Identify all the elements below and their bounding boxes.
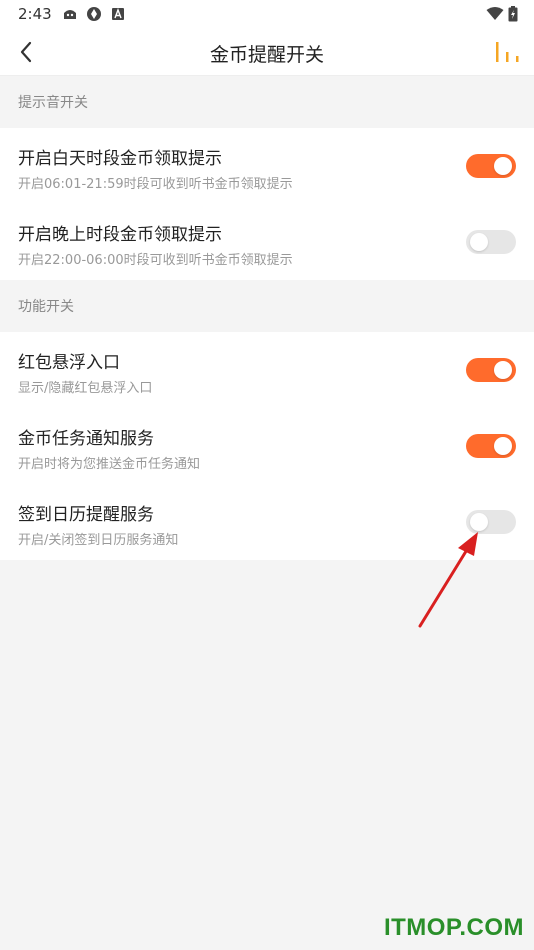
toggle-knob (494, 157, 512, 175)
toggle-knob (494, 361, 512, 379)
font-notification-icon (111, 8, 124, 20)
stats-button[interactable] (494, 40, 524, 66)
battery-icon (508, 6, 518, 22)
nav-bar: 金币提醒开关 (0, 28, 534, 76)
annotation-arrow-icon (418, 532, 478, 628)
setting-subtitle: 开启/关闭签到日历服务通知 (18, 533, 179, 548)
status-bar: 2:43 (0, 0, 534, 28)
setting-subtitle: 开启22:00-06:00时段可收到听书金币领取提示 (18, 253, 293, 268)
status-right-icons (486, 6, 518, 22)
setting-red-packet-entry: 红包悬浮入口 显示/隐藏红包悬浮入口 (0, 332, 534, 408)
toggle-knob (470, 513, 488, 531)
status-time: 2:43 (18, 5, 52, 23)
settings-group-feature: 红包悬浮入口 显示/隐藏红包悬浮入口 金币任务通知服务 开启时将为您推送金币任务… (0, 332, 534, 560)
setting-subtitle: 开启06:01-21:59时段可收到听书金币领取提示 (18, 177, 293, 192)
setting-day-coin-reminder: 开启白天时段金币领取提示 开启06:01-21:59时段可收到听书金币领取提示 (0, 128, 534, 204)
toggle-knob (494, 437, 512, 455)
setting-coin-task-notify: 金币任务通知服务 开启时将为您推送金币任务通知 (0, 408, 534, 484)
sync-notification-icon (86, 7, 101, 21)
day-reminder-toggle[interactable] (466, 154, 516, 178)
toggle-knob (470, 233, 488, 251)
setting-title: 金币任务通知服务 (18, 429, 154, 449)
night-reminder-toggle[interactable] (466, 230, 516, 254)
setting-title: 开启晚上时段金币领取提示 (18, 225, 222, 245)
coin-task-toggle[interactable] (466, 434, 516, 458)
setting-night-coin-reminder: 开启晚上时段金币领取提示 开启22:00-06:00时段可收到听书金币领取提示 (0, 204, 534, 280)
setting-subtitle: 显示/隐藏红包悬浮入口 (18, 381, 153, 396)
bar-chart-icon (496, 42, 519, 62)
section-header-sound: 提示音开关 (18, 95, 88, 111)
watermark-logo: ITMOP.COM (383, 914, 524, 941)
page-title: 金币提醒开关 (209, 44, 324, 66)
section-header-feature: 功能开关 (18, 299, 74, 315)
settings-group-sound: 开启白天时段金币领取提示 开启06:01-21:59时段可收到听书金币领取提示 … (0, 128, 534, 280)
setting-title: 开启白天时段金币领取提示 (18, 149, 222, 169)
app-notification-icon (63, 10, 76, 19)
setting-title: 签到日历提醒服务 (18, 505, 154, 525)
wifi-icon (486, 7, 504, 20)
setting-title: 红包悬浮入口 (18, 353, 120, 373)
red-packet-toggle[interactable] (466, 358, 516, 382)
setting-subtitle: 开启时将为您推送金币任务通知 (18, 457, 201, 472)
